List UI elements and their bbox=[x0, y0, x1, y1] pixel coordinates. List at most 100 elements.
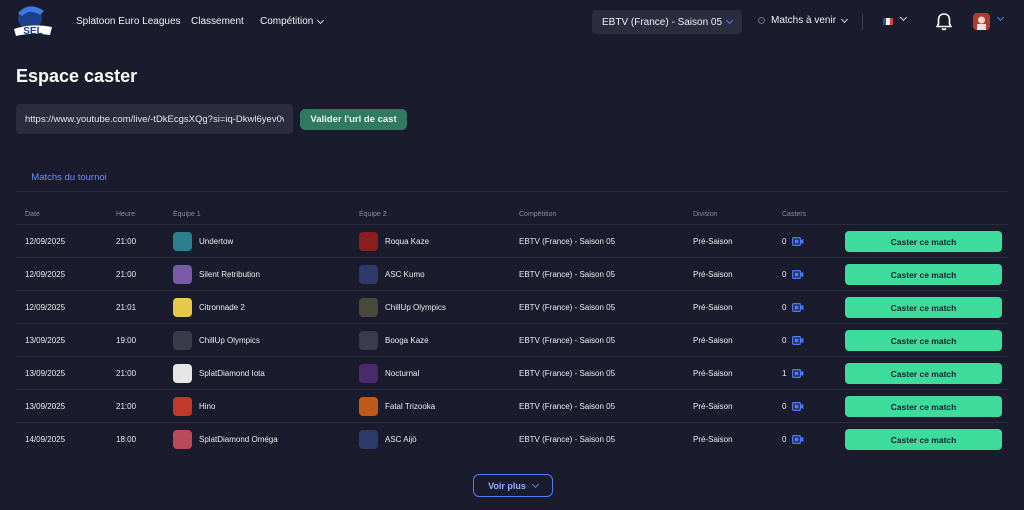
casters-count-cell: 0 bbox=[782, 258, 804, 291]
casters-count-cell: 0 bbox=[782, 423, 804, 456]
team-logo-icon bbox=[173, 430, 192, 449]
tab-tournament-matches[interactable]: Matchs du tournoi bbox=[16, 172, 122, 192]
cast-match-button[interactable]: Caster ce match bbox=[845, 363, 1002, 384]
top-nav: SEL Splatoon Euro Leagues Classement Com… bbox=[0, 0, 1024, 44]
video-camera-icon bbox=[792, 402, 804, 411]
casters-count: 0 bbox=[782, 270, 787, 279]
cast-match-button[interactable]: Caster ce match bbox=[845, 231, 1002, 252]
validate-url-button[interactable]: Valider l'url de cast bbox=[300, 109, 407, 130]
nav-link-ranking[interactable]: Classement bbox=[191, 16, 244, 27]
match-competition: EBTV (France) - Saison 05 bbox=[519, 237, 616, 246]
match-time: 21:00 bbox=[116, 270, 137, 279]
french-flag-icon[interactable] bbox=[883, 18, 893, 25]
team1-cell[interactable]: Hino bbox=[173, 390, 215, 423]
team1-name: Citronnade 2 bbox=[199, 303, 245, 312]
chevron-down-icon bbox=[531, 480, 539, 488]
column-header-time: Heure bbox=[116, 211, 136, 218]
cast-match-button[interactable]: Caster ce match bbox=[845, 330, 1002, 351]
team2-cell[interactable]: ChillUp Olympics bbox=[359, 291, 446, 324]
team1-name: SplatDiamond Iota bbox=[199, 369, 265, 378]
match-time: 21:01 bbox=[116, 303, 137, 312]
column-header-division: Division bbox=[693, 211, 718, 218]
team2-name: ASC Kumo bbox=[385, 270, 425, 279]
team2-cell[interactable]: Booga Kaze bbox=[359, 324, 429, 357]
team2-cell[interactable]: ASC Kumo bbox=[359, 258, 425, 291]
column-header-competition: Compétition bbox=[519, 211, 557, 218]
video-camera-icon bbox=[792, 270, 804, 279]
match-division: Pré-Saison bbox=[693, 237, 733, 246]
team2-cell[interactable]: ASC Aijō bbox=[359, 423, 417, 456]
nav-link-leagues[interactable]: Splatoon Euro Leagues bbox=[76, 16, 181, 27]
match-competition: EBTV (France) - Saison 05 bbox=[519, 303, 616, 312]
match-date: 12/09/2025 bbox=[25, 237, 66, 246]
match-division: Pré-Saison bbox=[693, 369, 733, 378]
team1-cell[interactable]: SplatDiamond Iota bbox=[173, 357, 265, 390]
casters-count-cell: 0 bbox=[782, 225, 804, 258]
match-competition: EBTV (France) - Saison 05 bbox=[519, 369, 616, 378]
avatar[interactable] bbox=[973, 13, 990, 30]
match-competition: EBTV (France) - Saison 05 bbox=[519, 402, 616, 411]
team2-cell[interactable]: Roqua Kaze bbox=[359, 225, 429, 258]
cast-match-button[interactable]: Caster ce match bbox=[845, 429, 1002, 450]
team1-cell[interactable]: ChillUp Olympics bbox=[173, 324, 260, 357]
team2-cell[interactable]: Nocturnal bbox=[359, 357, 419, 390]
show-more-label: Voir plus bbox=[488, 480, 526, 491]
casters-count: 0 bbox=[782, 435, 787, 444]
brand-text: SEL bbox=[23, 26, 42, 37]
team-logo-icon bbox=[173, 397, 192, 416]
match-time: 18:00 bbox=[116, 435, 137, 444]
team1-name: Undertow bbox=[199, 237, 234, 246]
team-logo-icon bbox=[359, 430, 378, 449]
video-camera-icon bbox=[792, 237, 804, 246]
casters-count: 0 bbox=[782, 237, 787, 246]
table-row: 12/09/2025 21:00 Undertow Roqua Kaze EBTV (F… bbox=[16, 224, 1008, 257]
team1-cell[interactable]: Undertow bbox=[173, 225, 233, 258]
table-row: 12/09/2025 21:00 Silent Retribution ASC Kum… bbox=[16, 257, 1008, 290]
nav-link-competition[interactable]: Compétition bbox=[260, 16, 325, 27]
team-logo-icon bbox=[359, 298, 378, 317]
match-time: 21:00 bbox=[116, 402, 137, 411]
cast-match-button[interactable]: Caster ce match bbox=[845, 396, 1002, 417]
column-header-team1: Équipe 1 bbox=[173, 211, 201, 218]
team1-name: Hino bbox=[199, 402, 216, 411]
team2-name: Fatal Trizooka bbox=[385, 402, 436, 411]
chevron-down-icon bbox=[840, 15, 849, 23]
table-row: 14/09/2025 18:00 SplatDiamond Oméga ASC Aij… bbox=[16, 422, 1008, 455]
season-select[interactable]: EBTV (France) - Saison 05 bbox=[592, 10, 742, 34]
team1-cell[interactable]: Citronnade 2 bbox=[173, 291, 245, 324]
upcoming-label: Matchs à venir bbox=[771, 15, 837, 26]
table-row: 13/09/2025 21:00 Hino Fatal Trizooka EBTV (F… bbox=[16, 389, 1008, 422]
tab-divider bbox=[16, 191, 1008, 192]
table-row: 13/09/2025 21:00 SplatDiamond Iota Nocturna… bbox=[16, 356, 1008, 389]
cast-url-input[interactable] bbox=[16, 104, 293, 134]
video-camera-icon bbox=[792, 435, 804, 444]
show-more-button[interactable]: Voir plus bbox=[473, 474, 553, 497]
chevron-down-icon bbox=[725, 16, 734, 25]
team-logo-icon bbox=[173, 331, 192, 350]
page-title: Espace caster bbox=[16, 66, 138, 86]
chevron-down-icon bbox=[317, 16, 325, 24]
team2-cell[interactable]: Fatal Trizooka bbox=[359, 390, 435, 423]
casters-count-cell: 0 bbox=[782, 390, 804, 423]
casters-count-cell: 0 bbox=[782, 291, 804, 324]
cast-match-button[interactable]: Caster ce match bbox=[845, 297, 1002, 318]
cast-match-button[interactable]: Caster ce match bbox=[845, 264, 1002, 285]
team1-name: SplatDiamond Oméga bbox=[199, 435, 278, 444]
chevron-down-icon bbox=[899, 13, 908, 22]
match-date: 13/09/2025 bbox=[25, 402, 66, 411]
team2-name: ASC Aijō bbox=[385, 435, 417, 444]
table-row: 12/09/2025 21:01 Citronnade 2 ChillUp Olymp… bbox=[16, 290, 1008, 323]
upcoming-matches-button[interactable]: Matchs à venir bbox=[758, 15, 849, 26]
team1-cell[interactable]: Silent Retribution bbox=[173, 258, 260, 291]
casters-count-cell: 1 bbox=[782, 357, 804, 390]
match-division: Pré-Saison bbox=[693, 303, 733, 312]
sel-logo[interactable]: SEL bbox=[10, 3, 56, 39]
match-time: 19:00 bbox=[116, 336, 137, 345]
column-header-date: Date bbox=[25, 211, 40, 218]
casters-count-cell: 0 bbox=[782, 324, 804, 357]
bell-icon[interactable] bbox=[935, 12, 953, 32]
nav-link-label: Splatoon Euro Leagues bbox=[76, 16, 181, 27]
match-competition: EBTV (France) - Saison 05 bbox=[519, 270, 616, 279]
team-logo-icon bbox=[359, 331, 378, 350]
team1-cell[interactable]: SplatDiamond Oméga bbox=[173, 423, 278, 456]
